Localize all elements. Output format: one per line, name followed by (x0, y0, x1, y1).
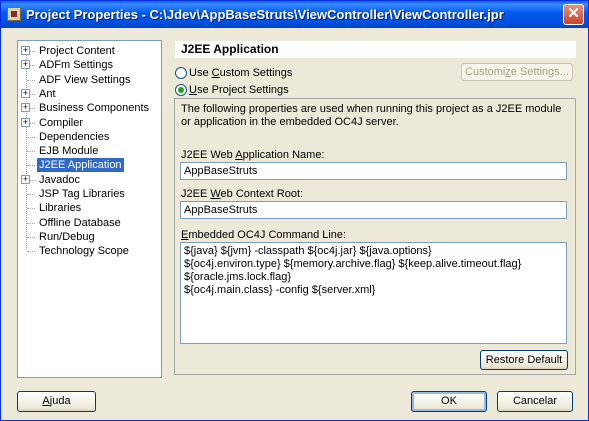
tree-branch-line (30, 51, 35, 52)
tree-branch-line (30, 65, 35, 67)
tree-item-label: Run/Debug (39, 230, 95, 243)
window-title: Project Properties - C:\Jdev\AppBaseStru… (26, 7, 504, 22)
tree-item[interactable]: + Business Components (18, 101, 161, 115)
customize-settings-button[interactable]: Customize Settings... (461, 63, 573, 81)
tree-item[interactable]: + Compiler (18, 116, 161, 130)
tree-item[interactable]: Technology Scope (18, 244, 161, 258)
expand-icon[interactable]: + (21, 60, 30, 70)
tree-item-label: Dependencies (39, 130, 110, 143)
tree-branch-line (27, 79, 35, 81)
restore-default-button[interactable]: Restore Default (480, 350, 568, 370)
tree-item[interactable]: Offline Database (18, 216, 161, 230)
tree-branch-line (27, 165, 35, 167)
ok-button[interactable]: OK (411, 391, 487, 412)
tree-item[interactable]: Run/Debug (18, 230, 161, 244)
tree-item-label: Libraries (39, 202, 82, 215)
close-button[interactable]: ✕ (563, 4, 584, 25)
tree-branch-line (27, 251, 35, 253)
context-root-label: J2EE Web Context Root: (181, 188, 304, 200)
command-line-label: Embedded OC4J Command Line: (181, 229, 347, 241)
expand-icon[interactable]: + (21, 46, 30, 55)
command-line: ${oc4j.main.class} -config ${server.xml} (184, 284, 376, 296)
tree-branch-line (27, 136, 35, 138)
web-app-name-label: J2EE Web Application Name: (181, 149, 325, 161)
expand-icon[interactable]: + (21, 174, 30, 184)
tree-item-label: JSP Tag Libraries (39, 188, 125, 200)
radio-circle[interactable] (175, 67, 187, 79)
command-line: ${java} ${jvm} -classpath ${oc4j.jar} ${… (184, 245, 432, 257)
settings-tree[interactable]: + Project Content + ADFm Settings ADF View S… (17, 40, 162, 378)
tree-branch-line (27, 151, 35, 153)
tree-item-label: J2EE Application (37, 158, 124, 173)
tree-item-label: Project Content (39, 45, 115, 57)
command-line-textarea[interactable]: ${java} ${jvm} -classpath ${oc4j.jar} ${… (180, 242, 567, 344)
web-app-name-input[interactable]: AppBaseStruts (180, 162, 567, 180)
tree-item-label: Compiler (39, 116, 84, 129)
tree-branch-line (30, 108, 35, 110)
description-text: The following properties are used when r… (181, 103, 562, 128)
tree-item[interactable]: JSP Tag Libraries (18, 187, 161, 201)
tree-branch-line (27, 222, 35, 224)
tree-item-label: Business Components (39, 102, 150, 115)
tree-branch-line (27, 194, 35, 195)
tree-item[interactable]: EJB Module (18, 144, 161, 158)
expand-icon[interactable]: + (21, 88, 30, 98)
tree-item[interactable]: + Ant (18, 87, 161, 101)
use-project-settings-label: Use Project Settings (189, 84, 289, 96)
cancel-button[interactable]: Cancelar (497, 391, 573, 412)
tree-item[interactable]: J2EE Application (18, 158, 161, 173)
help-button[interactable]: Ajuda (17, 391, 96, 412)
tree-branch-line (30, 179, 35, 181)
tree-item-label: Offline Database (39, 216, 121, 229)
command-line: ${oc4j.environ.type} ${memory.archive.fl… (184, 258, 522, 270)
tree-item[interactable]: Dependencies (18, 130, 161, 144)
tree-item-label: ADFm Settings (39, 59, 113, 72)
expand-icon[interactable]: + (21, 117, 30, 127)
tree-item[interactable]: + ADFm Settings (18, 58, 161, 72)
context-root-input[interactable]: AppBaseStruts (180, 201, 567, 219)
tree-item[interactable]: + Project Content (18, 44, 161, 58)
tree-item-label: Ant (39, 87, 56, 100)
tree-item[interactable]: ADF View Settings (18, 73, 161, 87)
jdeveloper-app-icon (7, 7, 21, 21)
use-custom-settings-label: Use Custom Settings (189, 67, 293, 79)
tree-item-label: EJB Module (39, 145, 99, 158)
command-line: ${oracle.jms.lock.flag} (184, 271, 291, 283)
close-icon: ✕ (567, 5, 580, 22)
panel-title: J2EE Application (181, 42, 279, 56)
expand-icon[interactable]: + (21, 103, 30, 113)
tree-item[interactable]: Libraries (18, 201, 161, 215)
tree-branch-line (27, 208, 35, 210)
tree-branch-line (30, 93, 35, 95)
tree-branch-line (27, 236, 35, 238)
tree-item-label: Javadoc (39, 173, 80, 186)
tree-item-label: ADF View Settings (39, 73, 131, 86)
title-bar[interactable]: Project Properties - C:\Jdev\AppBaseStru… (1, 1, 588, 28)
tree-item[interactable]: + Javadoc (18, 173, 161, 187)
panel-header: J2EE Application (175, 41, 576, 58)
project-properties-dialog: Project Properties - C:\Jdev\AppBaseStru… (0, 0, 589, 421)
radio-circle-checked[interactable] (175, 84, 187, 96)
tree-branch-line (30, 122, 35, 124)
tree-item-label: Technology Scope (39, 245, 129, 258)
